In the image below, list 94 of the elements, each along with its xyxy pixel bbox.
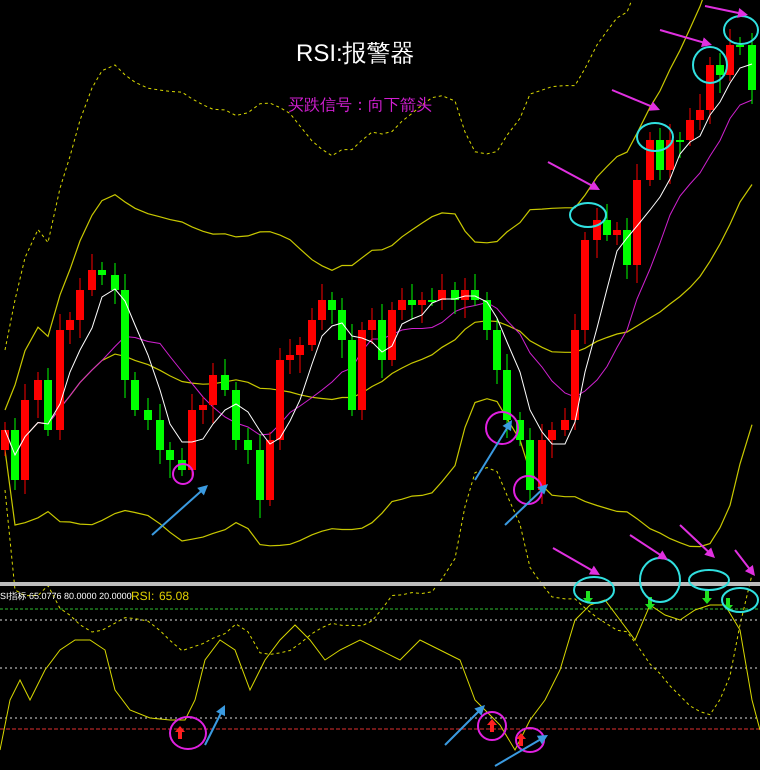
annotation-arrow <box>679 524 715 558</box>
highlight-circle <box>688 569 730 591</box>
highlight-circle <box>692 46 728 84</box>
candlestick <box>493 318 501 384</box>
annotation-arrow <box>612 89 660 111</box>
candlestick <box>696 94 704 130</box>
up-arrow-icon <box>487 719 497 732</box>
rsi-label: RSI: <box>131 588 154 604</box>
candlestick <box>666 124 674 184</box>
candlestick <box>98 262 106 286</box>
annotation-arrow <box>660 29 712 48</box>
down-arrow-icon <box>583 591 593 604</box>
candlestick <box>232 382 240 450</box>
candlestick <box>34 372 42 418</box>
candlestick <box>676 132 684 158</box>
highlight-circle <box>513 475 543 505</box>
highlight-circle <box>515 727 545 753</box>
annotation-arrow <box>548 161 600 190</box>
candlestick <box>726 28 734 82</box>
chart-title: RSI:报警器 <box>296 40 415 68</box>
candlestick <box>716 52 724 94</box>
highlight-circle <box>477 711 507 741</box>
candlestick <box>328 292 336 324</box>
candlestick <box>706 56 714 124</box>
highlight-circle <box>172 463 194 485</box>
candlestick <box>613 222 621 246</box>
down-arrow-icon <box>723 598 733 611</box>
highlight-circle <box>569 202 607 228</box>
annotation-arrow <box>444 705 485 746</box>
highlight-circle <box>636 122 674 152</box>
highlight-circle <box>485 411 519 445</box>
annotation-arrow <box>204 705 225 746</box>
candlestick <box>156 404 164 464</box>
annotation-arrow <box>734 549 755 576</box>
candlestick <box>44 368 52 436</box>
candlestick <box>296 336 304 374</box>
candlestick <box>736 36 744 56</box>
rsi-value: 65.08 <box>159 588 190 604</box>
candlestick <box>244 428 252 464</box>
candlestick <box>428 288 436 306</box>
candlestick <box>88 254 96 296</box>
annotation-arrow <box>704 5 748 18</box>
candlestick <box>623 218 631 280</box>
annotation-arrow <box>474 420 512 481</box>
candlestick <box>286 338 294 374</box>
candlestick <box>318 284 326 330</box>
annotation-arrow <box>504 484 548 526</box>
highlight-circle <box>169 716 207 750</box>
highlight-circle <box>723 15 759 45</box>
candlestick <box>308 308 316 352</box>
candlestick <box>593 208 601 258</box>
candlestick <box>166 442 174 478</box>
candlestick <box>388 302 396 366</box>
candlestick <box>471 274 479 306</box>
candlestick <box>438 274 446 310</box>
candlestick <box>66 312 74 344</box>
candlestick <box>338 298 346 358</box>
highlight-circle <box>573 576 615 604</box>
annotation-arrow <box>151 485 208 536</box>
candlestick <box>199 396 207 424</box>
candlestick <box>418 292 426 324</box>
candlestick <box>1 422 9 456</box>
candlestick <box>548 422 556 458</box>
candlestick <box>368 308 376 344</box>
indicator-params: SI指标 65.0776 80.0000 20.0000 <box>0 590 132 602</box>
candlestick <box>131 372 139 416</box>
candlestick <box>516 412 524 446</box>
candlestick <box>603 204 611 242</box>
candlestick <box>483 292 491 340</box>
annotation-arrow <box>629 534 668 560</box>
candlestick <box>144 398 152 430</box>
candlestick <box>209 362 217 424</box>
candlestick <box>398 288 406 320</box>
down-arrow-icon <box>645 597 655 610</box>
up-arrow-icon <box>516 733 526 746</box>
candlestick <box>656 128 664 180</box>
candlestick <box>561 408 569 436</box>
candlestick <box>76 278 84 338</box>
down-arrow-icon <box>702 591 712 604</box>
candlestick <box>748 32 756 104</box>
candlestick <box>408 284 416 320</box>
candlestick <box>646 132 654 186</box>
candlestick <box>111 262 119 304</box>
candlestick <box>221 358 229 396</box>
annotation-arrow <box>494 735 548 767</box>
candlestick <box>451 282 459 314</box>
annotation-arrow <box>552 547 600 575</box>
candlestick <box>178 448 186 476</box>
candlestick <box>461 278 469 318</box>
signal-legend: 买跌信号：向下箭头 <box>288 96 432 116</box>
up-arrow-icon <box>175 726 185 739</box>
candlestick <box>686 108 694 146</box>
highlight-circle <box>721 587 759 613</box>
highlight-circle <box>639 557 681 603</box>
